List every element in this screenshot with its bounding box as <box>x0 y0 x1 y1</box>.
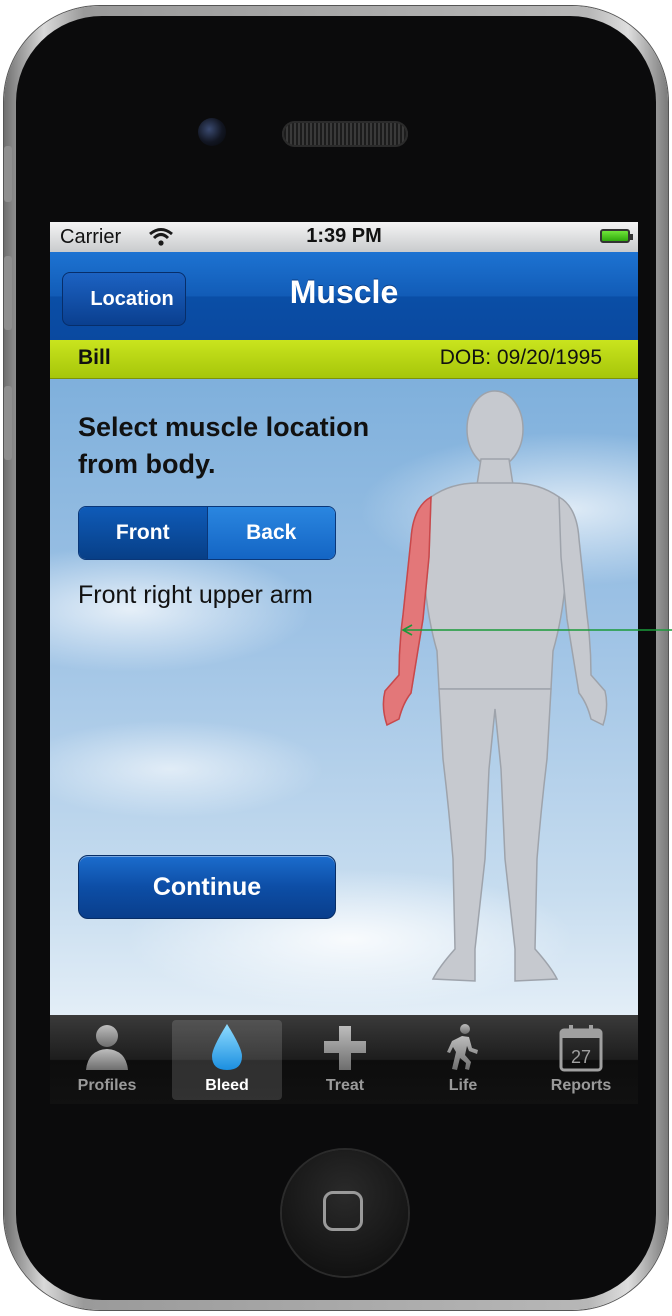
home-button[interactable] <box>282 1150 408 1276</box>
front-camera <box>198 118 226 146</box>
tab-treat-label: Treat <box>325 1077 365 1094</box>
tab-bar: Profiles Bleed Treat Life 27 Reports <box>50 1015 638 1104</box>
volume-up-button <box>4 256 12 330</box>
tab-bleed[interactable]: Bleed <box>172 1020 282 1100</box>
volume-down-button <box>4 386 12 460</box>
continue-button[interactable]: Continue <box>78 855 336 919</box>
tab-reports-label: Reports <box>550 1077 612 1094</box>
calendar-icon: 27 <box>559 1025 603 1072</box>
home-square-icon <box>323 1191 363 1231</box>
patient-bar: Bill DOB: 09/20/1995 <box>50 340 638 379</box>
app-screen: Carrier 1:39 PM Location Muscle Bill DOB… <box>50 222 638 1104</box>
selected-location-text: Front right upper arm <box>78 581 313 609</box>
navigation-bar: Location Muscle <box>50 252 638 341</box>
battery-icon <box>600 229 633 243</box>
tab-life-label: Life <box>448 1077 478 1094</box>
silent-switch <box>4 146 12 202</box>
tab-treat[interactable]: Treat <box>290 1020 400 1100</box>
tab-life[interactable]: Life <box>408 1020 518 1100</box>
body-legs[interactable] <box>431 688 559 982</box>
body-diagram[interactable] <box>355 389 635 1009</box>
patient-name: Bill <box>78 346 111 369</box>
segment-back[interactable]: Back <box>206 507 335 559</box>
patient-dob: DOB: 09/20/1995 <box>439 346 602 369</box>
plus-icon <box>324 1026 366 1070</box>
calendar-day: 27 <box>571 1047 591 1067</box>
status-time: 1:39 PM <box>306 225 382 247</box>
callout-arrow <box>401 624 672 636</box>
person-icon <box>86 1025 128 1070</box>
tab-profiles-label: Profiles <box>77 1077 137 1094</box>
earpiece-speaker <box>282 121 408 147</box>
body-torso[interactable] <box>422 482 568 690</box>
page-title: Muscle <box>289 274 399 310</box>
body-left-arm[interactable] <box>558 495 608 727</box>
tab-reports[interactable]: 27 Reports <box>526 1020 636 1100</box>
body-head[interactable] <box>466 390 524 468</box>
muscle-selection-panel: Select muscle location from body. Front … <box>50 379 638 1015</box>
status-bar: Carrier 1:39 PM <box>50 222 638 252</box>
body-right-upper-arm-highlight[interactable] <box>382 495 432 727</box>
walking-person-icon <box>447 1024 478 1070</box>
front-back-segmented-control[interactable]: Front Back <box>78 506 336 560</box>
drop-icon <box>212 1024 242 1070</box>
segment-front[interactable]: Front <box>79 507 207 559</box>
tab-bleed-label: Bleed <box>205 1077 249 1094</box>
tab-profiles[interactable]: Profiles <box>52 1020 162 1100</box>
